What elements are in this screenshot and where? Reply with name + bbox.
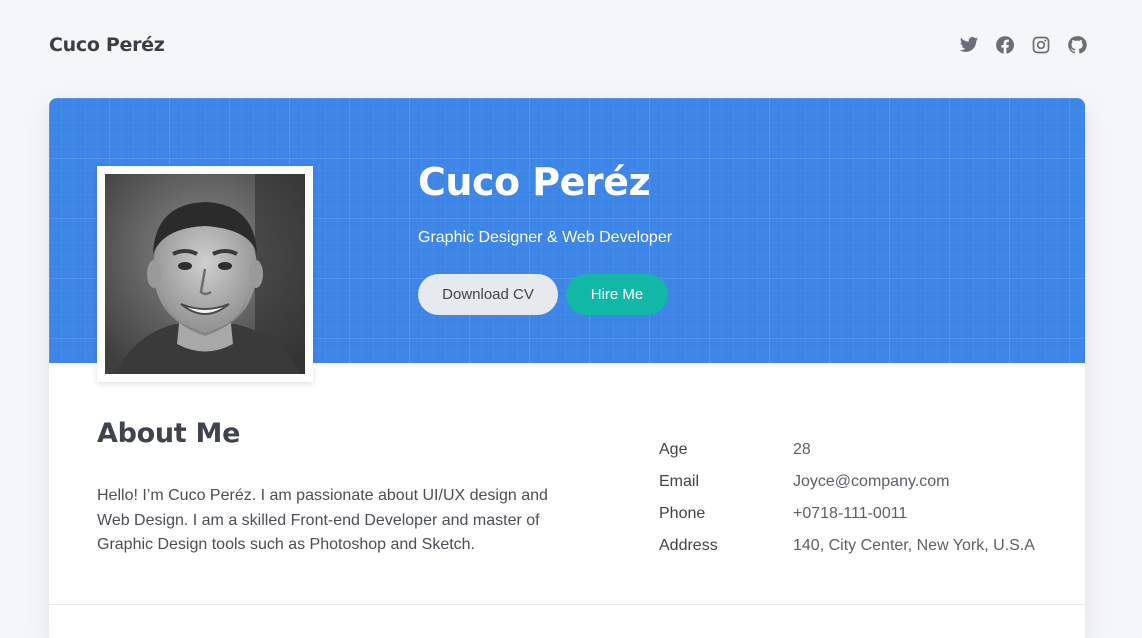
- twitter-icon[interactable]: [958, 34, 980, 56]
- info-label: Age: [659, 441, 688, 458]
- info-value[interactable]: +0718-111-0011: [793, 505, 907, 523]
- profile-photo-frame: [97, 166, 313, 382]
- info-row-address: Address 140, City Center, New York, U.S.…: [659, 530, 1035, 562]
- info-row-age: Age 28: [659, 434, 1035, 466]
- profile-card: Cuco Peréz Graphic Designer & Web Develo…: [49, 98, 1085, 638]
- info-value[interactable]: Joyce@company.com: [793, 473, 949, 491]
- top-navigation: Cuco Peréz: [0, 0, 1142, 92]
- personal-info-list: Age 28 Email Joyce@company.com Phone +07…: [659, 434, 1035, 562]
- hire-me-button[interactable]: Hire Me: [566, 274, 668, 315]
- info-label: Phone: [659, 505, 706, 522]
- github-icon[interactable]: [1066, 34, 1088, 56]
- info-label: Email: [659, 473, 700, 490]
- info-value: 140, City Center, New York, U.S.A: [793, 537, 1035, 554]
- profile-photo: [105, 174, 305, 374]
- info-label: Address: [659, 537, 718, 554]
- profile-name: Cuco Peréz: [418, 160, 651, 204]
- info-row-phone: Phone +0718-111-0011: [659, 498, 1035, 530]
- about-text: Hello! I’m Cuco Peréz. I am passionate a…: [97, 487, 548, 553]
- info-row-email: Email Joyce@company.com: [659, 466, 1035, 498]
- social-links: [958, 34, 1088, 56]
- download-cv-button[interactable]: Download CV: [418, 274, 558, 315]
- instagram-icon[interactable]: [1030, 34, 1052, 56]
- info-value: 28: [793, 441, 811, 458]
- brand-name[interactable]: Cuco Peréz: [49, 34, 165, 56]
- section-divider: [49, 604, 1085, 605]
- facebook-icon[interactable]: [994, 34, 1016, 56]
- about-title: About Me: [97, 418, 241, 449]
- profile-role: Graphic Designer & Web Developer: [418, 229, 673, 246]
